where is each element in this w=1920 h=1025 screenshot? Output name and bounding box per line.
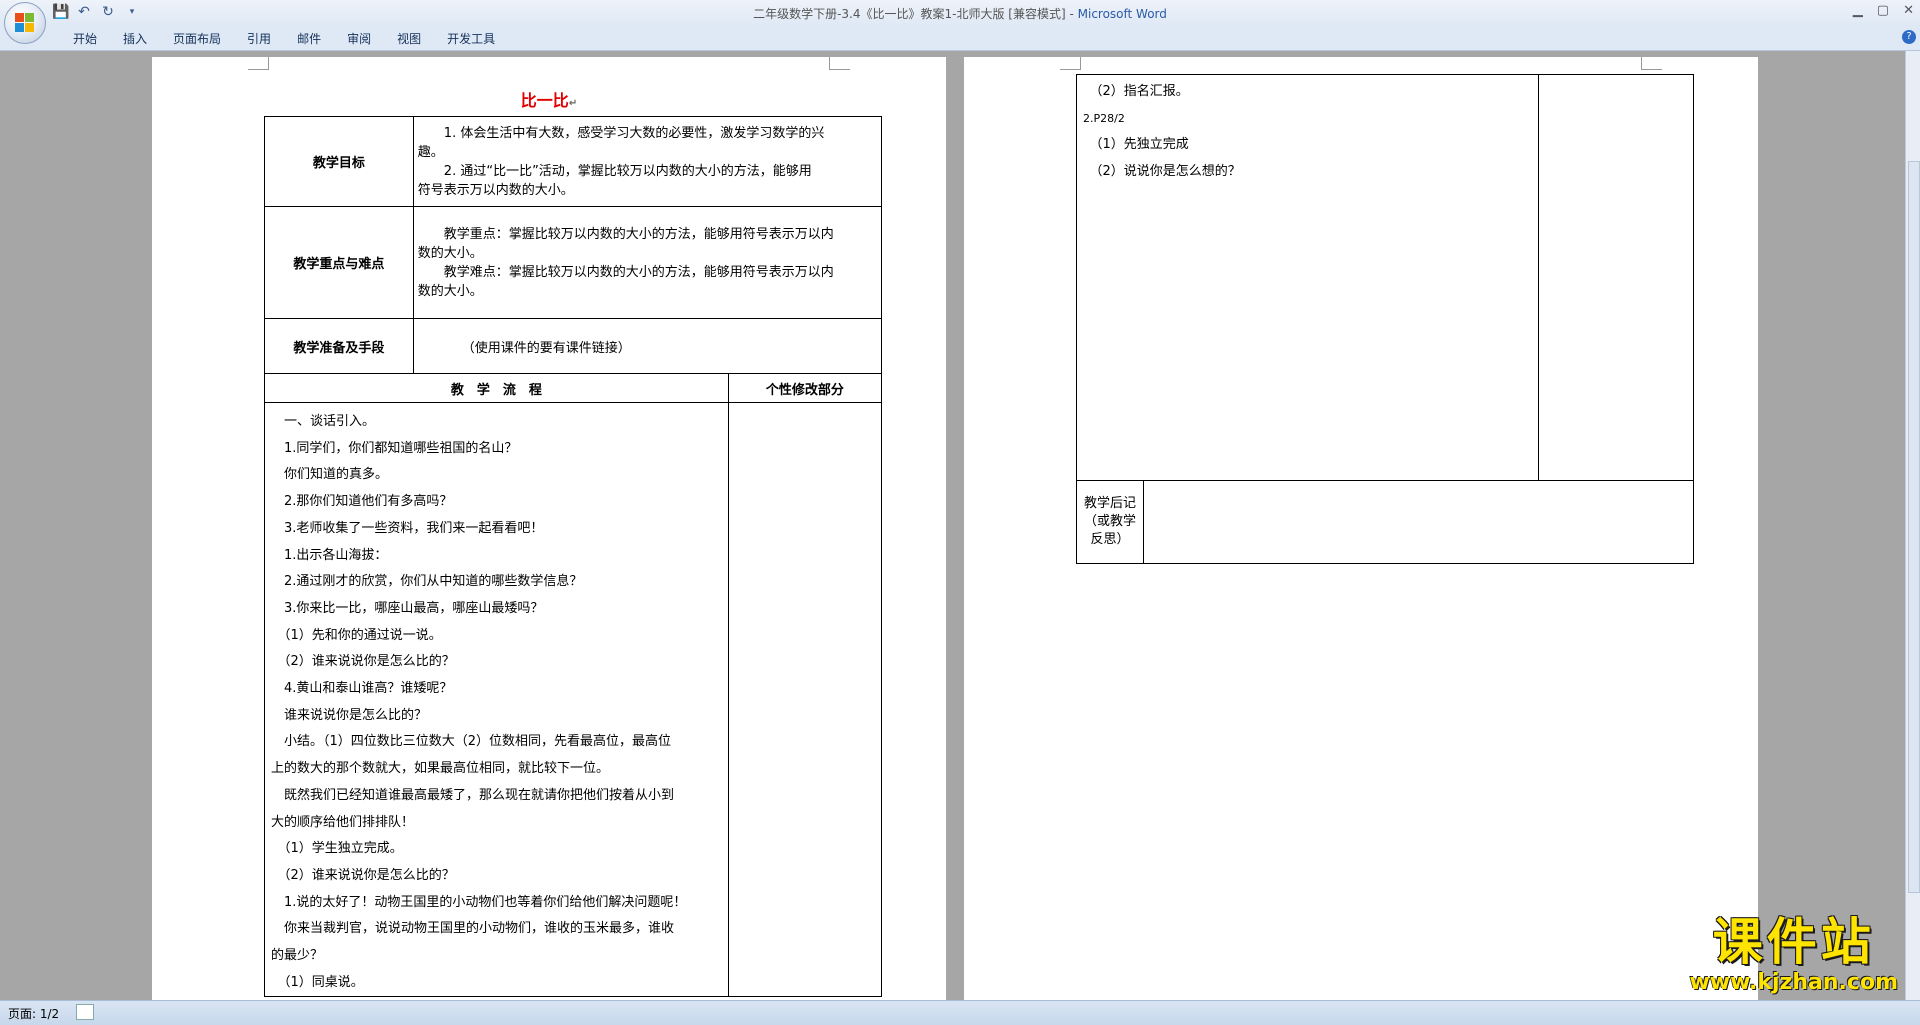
lesson-table: 教学目标 1. 体会生活中有大数，感受学习大数的必要性，激发学习数学的兴 趣。 … (264, 116, 883, 998)
flow-content-continued[interactable]: （2）指名汇报。 2.P28/2 （1）先独立完成 （2）说说你是怎么想的？ (1075, 74, 1540, 481)
watermark: 课件站 www.kjzhan.com (1689, 914, 1898, 995)
maximize-icon[interactable]: ▢ (1877, 3, 1889, 18)
key-points-content[interactable]: 教学重点：掌握比较万以内数的大小的方法，能够用符号表示万以内 数的大小。 教学难… (412, 206, 883, 319)
tab-mailings[interactable]: 邮件 (284, 30, 334, 47)
personal-edit-header: 个性修改部分 (727, 373, 883, 403)
tab-home[interactable]: 开始 (60, 30, 110, 47)
help-icon[interactable]: ? (1902, 30, 1916, 44)
preparation-label: 教学准备及手段 (264, 318, 414, 374)
flow-header: 教 学 流 程 (264, 373, 729, 403)
goals-content[interactable]: 1. 体会生活中有大数，感受学习大数的必要性，激发学习数学的兴 趣。 2. 通过… (412, 116, 883, 207)
tab-insert[interactable]: 插入 (110, 30, 160, 47)
tab-developer[interactable]: 开发工具 (434, 30, 508, 47)
minimize-icon[interactable]: ▁ (1853, 3, 1863, 18)
close-icon[interactable]: ✕ (1903, 3, 1914, 18)
tab-references[interactable]: 引用 (234, 30, 284, 47)
window-title: 二年级数学下册-3.4《比一比》教案1-北师大版 [兼容模式] - Micros… (753, 7, 1167, 21)
personal-edit-content[interactable] (727, 401, 883, 998)
tab-page-layout[interactable]: 页面布局 (160, 30, 234, 47)
office-logo-icon (15, 13, 35, 33)
document-area: 比一比↵ 教学目标 1. 体会生活中有大数，感受学习大数的必要性，激发学习数学的… (0, 51, 1906, 1001)
page-count[interactable]: 页面: 1/2 (8, 1005, 59, 1022)
page-1: 比一比↵ 教学目标 1. 体会生活中有大数，感受学习大数的必要性，激发学习数学的… (152, 57, 946, 1001)
page-2: （2）指名汇报。 2.P28/2 （1）先独立完成 （2）说说你是怎么想的？ 教… (964, 57, 1758, 1001)
ribbon-tabs: 开始 插入 页面布局 引用 邮件 审阅 视图 开发工具 (60, 30, 508, 47)
office-button[interactable] (4, 2, 46, 44)
flow-content[interactable]: 一、谈话引入。 1.同学们，你们都知道哪些祖国的名山？ 你们知道的真多。 2.那… (264, 401, 729, 998)
tab-view[interactable]: 视图 (384, 30, 434, 47)
scrollbar-thumb[interactable] (1908, 161, 1920, 893)
document-title: 比一比↵ (520, 91, 578, 110)
watermark-url: www.kjzhan.com (1689, 970, 1898, 995)
lesson-table-continued: （2）指名汇报。 2.P28/2 （1）先独立完成 （2）说说你是怎么想的？ 教… (1075, 74, 1695, 564)
window-controls: ▁ ▢ ✕ (1853, 3, 1914, 18)
goals-label: 教学目标 (264, 116, 414, 207)
personal-edit-content-continued[interactable] (1538, 74, 1694, 481)
key-points-label: 教学重点与难点 (264, 206, 414, 319)
title-bar: 💾 ↶ ↻ ▾ 二年级数学下册-3.4《比一比》教案1-北师大版 [兼容模式] … (0, 0, 1920, 26)
vertical-scrollbar[interactable] (1905, 51, 1920, 1001)
watermark-main: 课件站 (1712, 913, 1875, 971)
reflection-label: 教学后记（或教学反思） (1076, 480, 1144, 564)
proofing-icon[interactable] (76, 1004, 94, 1020)
preparation-content[interactable]: （使用课件的要有课件链接） (412, 318, 883, 374)
ribbon: 开始 插入 页面布局 引用 邮件 审阅 视图 开发工具 ? (0, 26, 1920, 51)
tab-review[interactable]: 审阅 (334, 30, 384, 47)
status-bar: 页面: 1/2 (0, 1000, 1920, 1025)
reflection-content[interactable] (1142, 480, 1695, 564)
